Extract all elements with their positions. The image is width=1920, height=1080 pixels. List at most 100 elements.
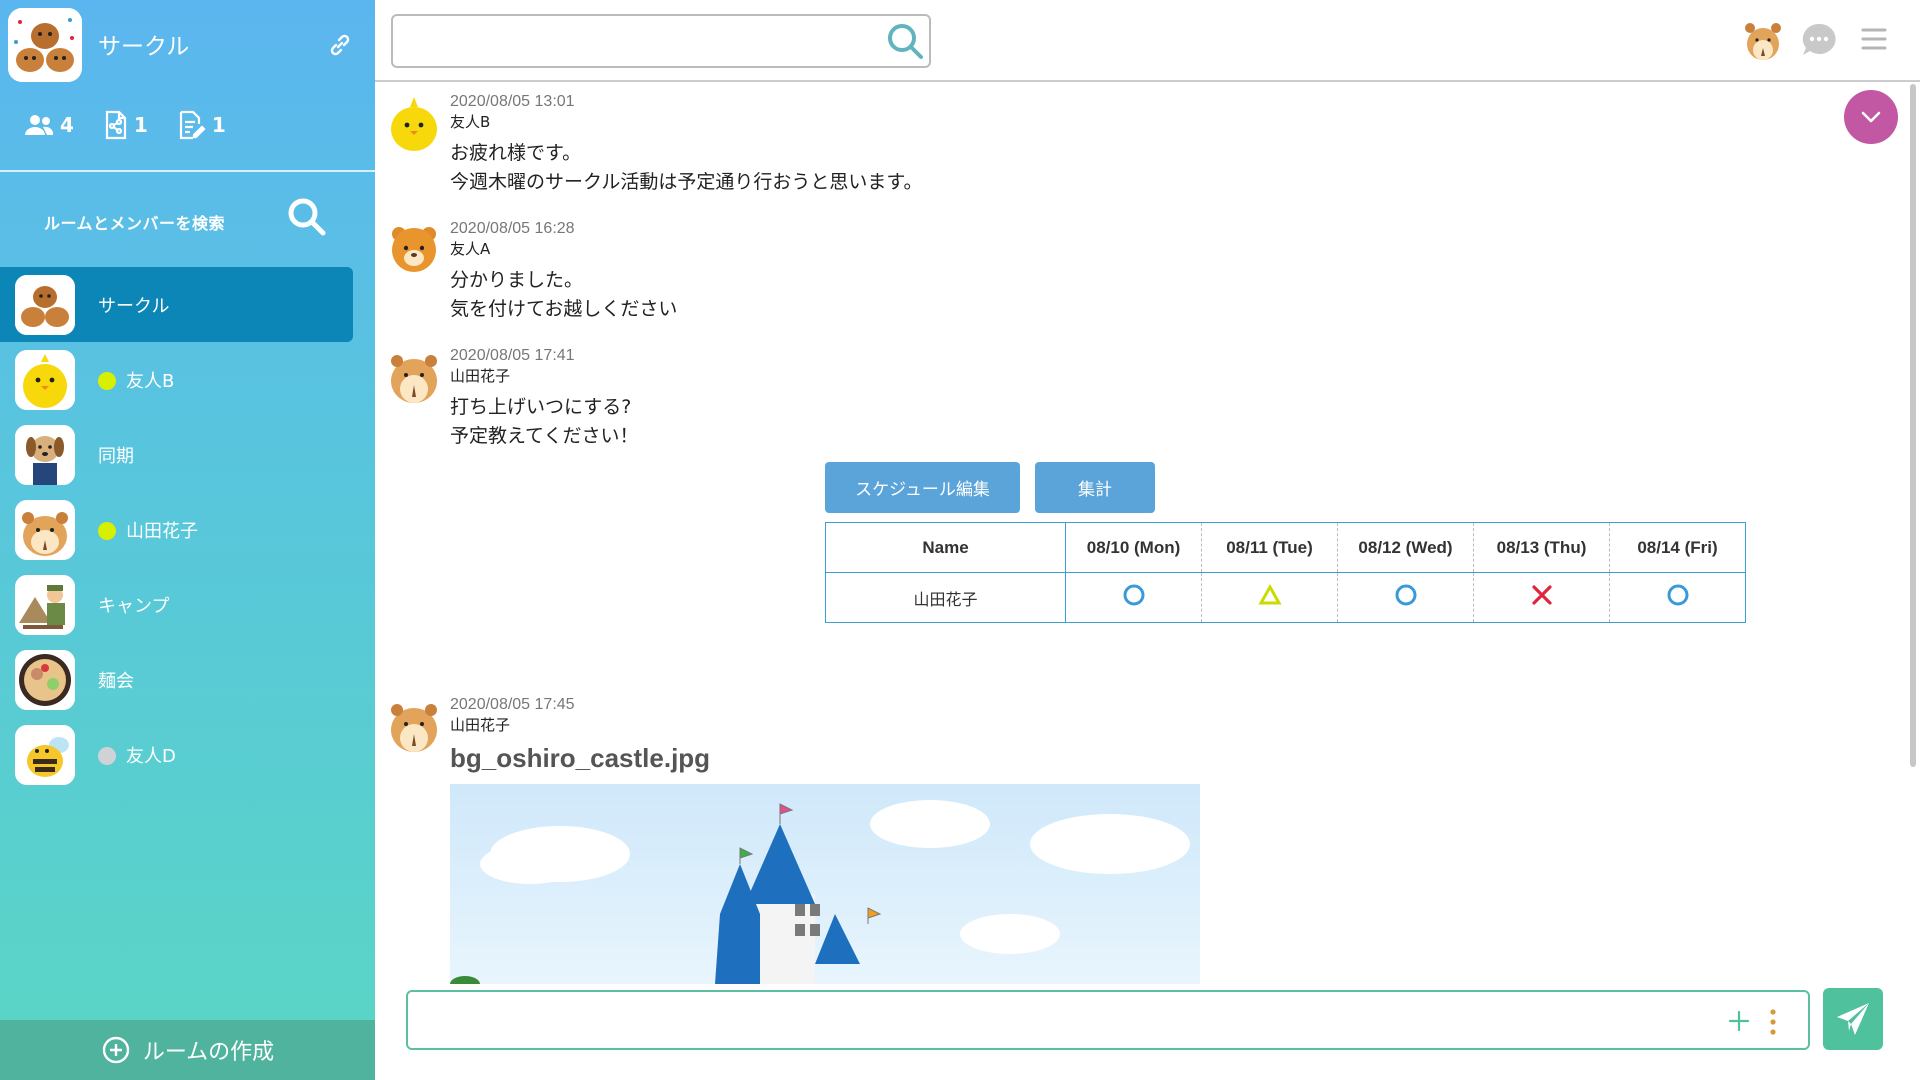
files-count-value: 1 bbox=[133, 113, 148, 137]
create-room-button[interactable]: ルームの作成 bbox=[0, 1020, 375, 1080]
circle-available-icon bbox=[1395, 584, 1416, 606]
room-item-noodles[interactable]: 麺会 bbox=[0, 642, 353, 717]
schedule-header-date: 08/10 (Mon) bbox=[1065, 522, 1202, 573]
message-input[interactable] bbox=[420, 1002, 1720, 1038]
user-avatar-icon[interactable] bbox=[1743, 18, 1783, 62]
schedule-header-date: 08/12 (Wed) bbox=[1337, 522, 1474, 573]
schedule-header-name: Name bbox=[825, 522, 1066, 573]
availability-cell[interactable] bbox=[1201, 572, 1338, 623]
message-item: 2020/08/05 16:28 友人A 分かりました。 気を付けてお越しくださ… bbox=[375, 216, 1775, 320]
message-sender: 友人B bbox=[450, 113, 491, 131]
more-vertical-icon[interactable] bbox=[1768, 1008, 1778, 1036]
room-label: 同期 bbox=[98, 446, 134, 467]
members-count[interactable]: 4 bbox=[24, 110, 74, 140]
offline-status-dot bbox=[98, 747, 116, 765]
online-status-dot bbox=[98, 372, 116, 390]
plus-icon[interactable] bbox=[1726, 1008, 1752, 1034]
room-item-friend-d[interactable]: 友人D bbox=[0, 717, 353, 792]
room-label: サークル bbox=[98, 296, 170, 317]
room-label: キャンプ bbox=[98, 596, 170, 617]
chat-bubble-icon[interactable] bbox=[1799, 20, 1839, 60]
link-icon[interactable] bbox=[328, 33, 352, 57]
message-text-line: 分かりました。 bbox=[450, 269, 584, 291]
search-label: ルームとメンバーを検索 bbox=[44, 214, 226, 233]
search-icon[interactable] bbox=[885, 21, 925, 61]
tally-button[interactable]: 集計 bbox=[1035, 462, 1155, 513]
message-search-input[interactable] bbox=[403, 22, 873, 60]
schedule-row-name: 山田花子 bbox=[825, 572, 1066, 623]
notes-count-value: 1 bbox=[211, 113, 226, 137]
message-timestamp: 2020/08/05 17:41 bbox=[450, 347, 575, 364]
online-status-dot bbox=[98, 522, 116, 540]
message-timestamp: 2020/08/05 16:28 bbox=[450, 220, 575, 237]
availability-cell[interactable] bbox=[1473, 572, 1610, 623]
schedule-table: Name 08/10 (Mon) 08/11 (Tue) 08/12 (Wed)… bbox=[825, 522, 1746, 623]
hamster-avatar[interactable] bbox=[387, 347, 441, 407]
members-count-value: 4 bbox=[60, 113, 74, 137]
message-text-line: お疲れ様です。 bbox=[450, 142, 582, 164]
schedule-edit-button[interactable]: スケジュール編集 bbox=[825, 462, 1020, 513]
bee-avatar bbox=[15, 725, 75, 785]
circle-available-icon bbox=[1667, 584, 1688, 606]
chat-app: サークル 4 1 1 ルームとメンバーを検索 サークル 友人B 同期 山田花子 … bbox=[0, 0, 1920, 1080]
files-count[interactable]: 1 bbox=[104, 110, 148, 140]
dog-avatar bbox=[15, 425, 75, 485]
message-composer bbox=[406, 990, 1810, 1050]
room-list: サークル 友人B 同期 山田花子 キャンプ 麺会 友人D bbox=[0, 267, 375, 792]
room-item-yamada[interactable]: 山田花子 bbox=[0, 492, 353, 567]
hamburger-menu-icon[interactable] bbox=[1859, 24, 1889, 54]
schedule-header-date: 08/14 (Fri) bbox=[1609, 522, 1746, 573]
camp-avatar bbox=[15, 575, 75, 635]
message-timeline: 2020/08/05 13:01 友人B お疲れ様です。 今週木曜のサークル活動… bbox=[375, 84, 1915, 984]
note-edit-icon bbox=[179, 110, 206, 140]
cross-unavailable-icon bbox=[1531, 585, 1552, 605]
room-label: 友人B bbox=[126, 371, 175, 392]
room-label: 麺会 bbox=[98, 671, 134, 692]
top-bar bbox=[375, 0, 1920, 82]
chevron-down-icon bbox=[1861, 111, 1881, 123]
schedule-header-date: 08/13 (Thu) bbox=[1473, 522, 1610, 573]
schedule-row: 山田花子 bbox=[825, 572, 1746, 623]
bear-avatar[interactable] bbox=[387, 220, 441, 280]
message-sender: 山田花子 bbox=[450, 367, 511, 385]
hamster-avatar[interactable] bbox=[387, 696, 441, 756]
search-icon[interactable] bbox=[286, 196, 328, 238]
attachment-filename[interactable]: bg_oshiro_castle.jpg bbox=[450, 743, 710, 774]
room-avatar bbox=[15, 275, 75, 335]
scroll-to-bottom-button[interactable] bbox=[1844, 90, 1898, 144]
room-label: 友人D bbox=[126, 746, 176, 767]
room-item-friend-b[interactable]: 友人B bbox=[0, 342, 353, 417]
room-item-douki[interactable]: 同期 bbox=[0, 417, 353, 492]
message-item: 2020/08/05 13:01 友人B お疲れ様です。 今週木曜のサークル活動… bbox=[375, 89, 1775, 193]
availability-cell[interactable] bbox=[1609, 572, 1746, 623]
room-item-camp[interactable]: キャンプ bbox=[0, 567, 353, 642]
room-item-circle[interactable]: サークル bbox=[0, 267, 353, 342]
room-label: 山田花子 bbox=[126, 521, 198, 542]
chick-avatar[interactable] bbox=[387, 93, 441, 153]
room-header: サークル 4 1 1 bbox=[0, 0, 375, 172]
message-sender: 友人A bbox=[450, 240, 491, 258]
message-text-line: 予定教えてください！ bbox=[450, 425, 639, 447]
castle-image[interactable] bbox=[450, 784, 1200, 984]
create-room-label: ルームの作成 bbox=[142, 1040, 275, 1065]
message-sender: 山田花子 bbox=[450, 716, 511, 734]
message-timestamp: 2020/08/05 13:01 bbox=[450, 93, 575, 110]
plus-circle-icon bbox=[102, 1036, 130, 1064]
paper-plane-icon bbox=[1837, 1003, 1869, 1035]
schedule-header-date: 08/11 (Tue) bbox=[1201, 522, 1338, 573]
ramen-avatar bbox=[15, 650, 75, 710]
message-search bbox=[391, 14, 931, 68]
notes-count[interactable]: 1 bbox=[178, 110, 226, 140]
message-scrollbar[interactable] bbox=[1910, 84, 1916, 767]
room-logo[interactable] bbox=[8, 8, 82, 82]
schedule-edit-label: スケジュール編集 bbox=[855, 480, 990, 500]
sidebar: サークル 4 1 1 ルームとメンバーを検索 サークル 友人B 同期 山田花子 … bbox=[0, 0, 375, 1080]
circle-available-icon bbox=[1123, 584, 1144, 606]
hamster-avatar bbox=[15, 500, 75, 560]
tally-label: 集計 bbox=[1078, 480, 1112, 500]
send-button[interactable] bbox=[1823, 988, 1883, 1050]
message-item: 2020/08/05 17:45 山田花子 bg_oshiro_castle.j… bbox=[375, 692, 1775, 984]
availability-cell[interactable] bbox=[1065, 572, 1202, 623]
availability-cell[interactable] bbox=[1337, 572, 1474, 623]
message-text-line: 今週木曜のサークル活動は予定通り行おうと思います。 bbox=[450, 171, 923, 193]
